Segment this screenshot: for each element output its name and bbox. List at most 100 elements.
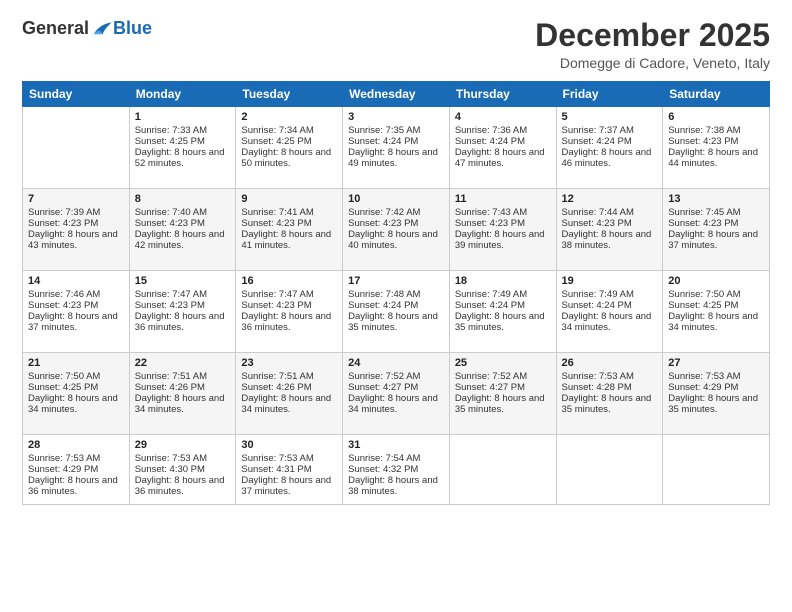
sunrise-text: Sunrise: 7:52 AM — [348, 371, 420, 382]
sunrise-text: Sunrise: 7:44 AM — [562, 207, 634, 218]
daylight-text: Daylight: 8 hours and 34 minutes. — [241, 393, 331, 415]
daylight-text: Daylight: 8 hours and 47 minutes. — [455, 147, 545, 169]
day-number: 24 — [348, 357, 444, 369]
table-row: 5Sunrise: 7:37 AMSunset: 4:24 PMDaylight… — [556, 107, 663, 189]
sunset-text: Sunset: 4:28 PM — [562, 382, 632, 393]
sunrise-text: Sunrise: 7:36 AM — [455, 125, 527, 136]
table-row — [449, 435, 556, 505]
sunset-text: Sunset: 4:26 PM — [135, 382, 205, 393]
table-row: 19Sunrise: 7:49 AMSunset: 4:24 PMDayligh… — [556, 271, 663, 353]
sunrise-text: Sunrise: 7:47 AM — [135, 289, 207, 300]
logo-bird-icon — [91, 20, 113, 38]
daylight-text: Daylight: 8 hours and 40 minutes. — [348, 229, 438, 251]
col-saturday: Saturday — [663, 82, 770, 107]
sunset-text: Sunset: 4:29 PM — [28, 464, 98, 475]
day-number: 26 — [562, 357, 658, 369]
table-row: 17Sunrise: 7:48 AMSunset: 4:24 PMDayligh… — [343, 271, 450, 353]
table-row: 18Sunrise: 7:49 AMSunset: 4:24 PMDayligh… — [449, 271, 556, 353]
daylight-text: Daylight: 8 hours and 34 minutes. — [668, 311, 758, 333]
sunrise-text: Sunrise: 7:39 AM — [28, 207, 100, 218]
day-number: 18 — [455, 275, 551, 287]
sunrise-text: Sunrise: 7:53 AM — [668, 371, 740, 382]
day-number: 23 — [241, 357, 337, 369]
sunrise-text: Sunrise: 7:49 AM — [455, 289, 527, 300]
day-number: 13 — [668, 193, 764, 205]
day-number: 7 — [28, 193, 124, 205]
sunrise-text: Sunrise: 7:50 AM — [28, 371, 100, 382]
sunset-text: Sunset: 4:27 PM — [455, 382, 525, 393]
sunrise-text: Sunrise: 7:51 AM — [135, 371, 207, 382]
sunrise-text: Sunrise: 7:46 AM — [28, 289, 100, 300]
day-number: 21 — [28, 357, 124, 369]
sunset-text: Sunset: 4:25 PM — [28, 382, 98, 393]
table-row: 24Sunrise: 7:52 AMSunset: 4:27 PMDayligh… — [343, 353, 450, 435]
daylight-text: Daylight: 8 hours and 42 minutes. — [135, 229, 225, 251]
daylight-text: Daylight: 8 hours and 38 minutes. — [562, 229, 652, 251]
sunset-text: Sunset: 4:29 PM — [668, 382, 738, 393]
daylight-text: Daylight: 8 hours and 36 minutes. — [28, 475, 118, 497]
sunrise-text: Sunrise: 7:53 AM — [28, 453, 100, 464]
header: General Blue December 2025 Domegge di Ca… — [22, 18, 770, 71]
title-block: December 2025 Domegge di Cadore, Veneto,… — [535, 18, 770, 71]
sunset-text: Sunset: 4:23 PM — [28, 218, 98, 229]
daylight-text: Daylight: 8 hours and 39 minutes. — [455, 229, 545, 251]
daylight-text: Daylight: 8 hours and 37 minutes. — [28, 311, 118, 333]
day-number: 15 — [135, 275, 231, 287]
logo: General Blue — [22, 18, 152, 39]
sunrise-text: Sunrise: 7:43 AM — [455, 207, 527, 218]
table-row: 11Sunrise: 7:43 AMSunset: 4:23 PMDayligh… — [449, 189, 556, 271]
day-number: 3 — [348, 111, 444, 123]
sunrise-text: Sunrise: 7:37 AM — [562, 125, 634, 136]
sunset-text: Sunset: 4:25 PM — [135, 136, 205, 147]
sunset-text: Sunset: 4:24 PM — [348, 300, 418, 311]
table-row: 29Sunrise: 7:53 AMSunset: 4:30 PMDayligh… — [129, 435, 236, 505]
day-number: 10 — [348, 193, 444, 205]
sunrise-text: Sunrise: 7:38 AM — [668, 125, 740, 136]
daylight-text: Daylight: 8 hours and 34 minutes. — [562, 311, 652, 333]
table-row: 7 Sunrise: 7:39 AMSunset: 4:23 PMDaylight… — [23, 189, 130, 271]
table-row — [556, 435, 663, 505]
daylight-text: Daylight: 8 hours and 44 minutes. — [668, 147, 758, 169]
col-friday: Friday — [556, 82, 663, 107]
sunset-text: Sunset: 4:26 PM — [241, 382, 311, 393]
page: General Blue December 2025 Domegge di Ca… — [0, 0, 792, 612]
day-number: 25 — [455, 357, 551, 369]
sunrise-text: Sunrise: 7:33 AM — [135, 125, 207, 136]
daylight-text: Daylight: 8 hours and 36 minutes. — [135, 311, 225, 333]
month-title: December 2025 — [535, 18, 770, 53]
col-thursday: Thursday — [449, 82, 556, 107]
sunrise-text: Sunrise: 7:49 AM — [562, 289, 634, 300]
logo-blue: Blue — [113, 18, 152, 39]
daylight-text: Daylight: 8 hours and 37 minutes. — [241, 475, 331, 497]
sunset-text: Sunset: 4:23 PM — [348, 218, 418, 229]
sunrise-text: Sunrise: 7:53 AM — [562, 371, 634, 382]
day-number: 5 — [562, 111, 658, 123]
table-row: 31Sunrise: 7:54 AMSunset: 4:32 PMDayligh… — [343, 435, 450, 505]
sunset-text: Sunset: 4:24 PM — [348, 136, 418, 147]
day-number: 8 — [135, 193, 231, 205]
daylight-text: Daylight: 8 hours and 35 minutes. — [348, 311, 438, 333]
col-tuesday: Tuesday — [236, 82, 343, 107]
sunrise-text: Sunrise: 7:52 AM — [455, 371, 527, 382]
table-row: 6Sunrise: 7:38 AMSunset: 4:23 PMDaylight… — [663, 107, 770, 189]
daylight-text: Daylight: 8 hours and 43 minutes. — [28, 229, 118, 251]
calendar: Sunday Monday Tuesday Wednesday Thursday… — [22, 81, 770, 505]
table-row: 14Sunrise: 7:46 AMSunset: 4:23 PMDayligh… — [23, 271, 130, 353]
daylight-text: Daylight: 8 hours and 34 minutes. — [135, 393, 225, 415]
day-number: 2 — [241, 111, 337, 123]
daylight-text: Daylight: 8 hours and 49 minutes. — [348, 147, 438, 169]
table-row: 8Sunrise: 7:40 AMSunset: 4:23 PMDaylight… — [129, 189, 236, 271]
day-number: 22 — [135, 357, 231, 369]
sunrise-text: Sunrise: 7:53 AM — [241, 453, 313, 464]
day-number: 27 — [668, 357, 764, 369]
day-number: 31 — [348, 439, 444, 451]
sunrise-text: Sunrise: 7:50 AM — [668, 289, 740, 300]
daylight-text: Daylight: 8 hours and 37 minutes. — [668, 229, 758, 251]
daylight-text: Daylight: 8 hours and 35 minutes. — [455, 393, 545, 415]
sunset-text: Sunset: 4:24 PM — [562, 136, 632, 147]
daylight-text: Daylight: 8 hours and 34 minutes. — [28, 393, 118, 415]
day-number: 9 — [241, 193, 337, 205]
sunset-text: Sunset: 4:24 PM — [455, 300, 525, 311]
sunset-text: Sunset: 4:31 PM — [241, 464, 311, 475]
daylight-text: Daylight: 8 hours and 50 minutes. — [241, 147, 331, 169]
